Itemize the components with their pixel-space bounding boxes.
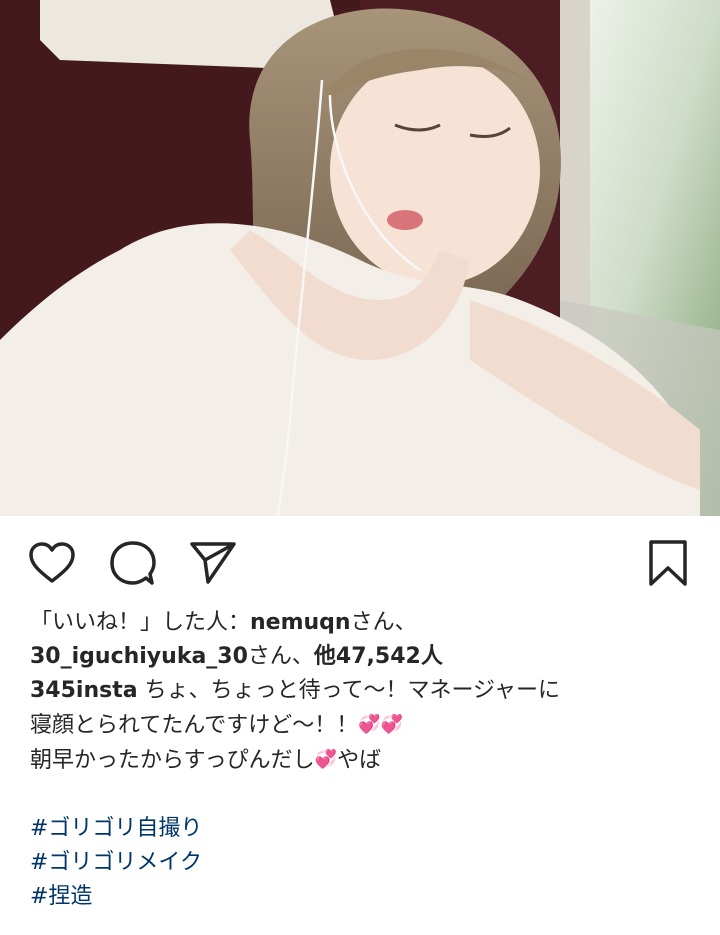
caption-username[interactable]: 345insta: [30, 678, 138, 703]
comment-icon[interactable]: [108, 538, 158, 588]
likes-count[interactable]: 他47,542人: [314, 644, 443, 669]
action-bar: [0, 516, 720, 606]
caption-line-3: 朝早かったからすっぴんだし💞やば: [30, 743, 700, 778]
caption-text-3b: やば: [337, 748, 382, 773]
share-icon[interactable]: [188, 538, 238, 588]
hashtag-2[interactable]: #ゴリゴリメイク: [30, 846, 700, 880]
like-user-1-suffix: さん、: [350, 610, 417, 635]
caption-text-3a: 朝早かったからすっぴんだし: [30, 748, 315, 773]
post-text: 「いいね！」した人：nemuqnさん、 30_iguchiyuka_30さん、他…: [30, 606, 700, 914]
caption-text-1: ちょ、ちょっと待って〜！マネージャーに: [137, 678, 560, 703]
like-user-2[interactable]: 30_iguchiyuka_30: [30, 644, 248, 669]
heart-icon[interactable]: [27, 538, 77, 588]
caption-line-2: 寝顔とられてたんですけど〜！！💞💞: [30, 708, 700, 743]
heart-emoji: 💞: [314, 749, 338, 770]
likes-line: 「いいね！」した人：nemuqnさん、: [30, 606, 700, 640]
likes-line-2: 30_iguchiyuka_30さん、他47,542人: [30, 640, 700, 674]
likes-prefix: 「いいね！」した人：: [30, 610, 251, 635]
post-photo[interactable]: [0, 0, 720, 516]
hearts-emoji: 💞💞: [358, 714, 404, 735]
hashtag-3[interactable]: #捏造: [30, 880, 700, 914]
caption-text-2: 寝顔とられてたんですけど〜！！: [30, 713, 359, 738]
bookmark-icon[interactable]: [643, 538, 693, 588]
photo-illustration: [0, 0, 720, 516]
hashtag-1[interactable]: #ゴリゴリ自撮り: [30, 812, 700, 846]
like-user-1[interactable]: nemuqn: [250, 610, 351, 635]
caption-line-1: 345insta ちょ、ちょっと待って〜！マネージャーに: [30, 674, 700, 708]
like-user-2-suffix: さん、: [247, 644, 314, 669]
